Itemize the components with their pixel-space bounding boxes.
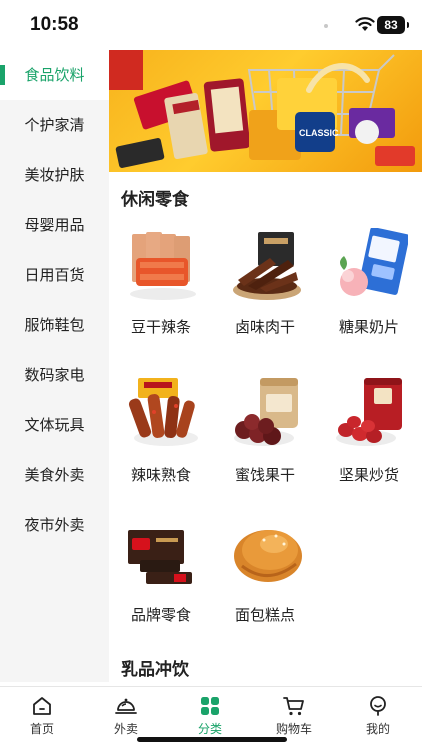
item-label: 品牌零食 — [130, 606, 191, 624]
grid-item-spicy-strips[interactable]: 豆干辣条 — [109, 228, 209, 358]
tab-label: 购物车 — [275, 722, 312, 736]
item-label: 蜜饯果干 — [234, 466, 295, 484]
sidebar-item-food-drinks[interactable]: 食品饮料 — [0, 50, 109, 100]
kitkat-box-image — [128, 530, 192, 584]
grid-item-bread-pastry[interactable]: 面包糕点 — [213, 516, 313, 646]
grid-item-nuts[interactable]: 坚果炒货 — [317, 376, 417, 506]
sidebar-item-night-market[interactable]: 夜市外卖 — [0, 500, 109, 550]
home-indicator — [137, 737, 287, 742]
tab-profile[interactable]: 我的 — [336, 695, 420, 741]
beef-jerky-image — [233, 232, 301, 300]
grid-item-dried-fruit[interactable]: 蜜饯果干 — [213, 376, 313, 506]
grid-item-spicy-deli[interactable]: 辣味熟食 — [109, 376, 209, 506]
spicy-duck-neck-image — [128, 378, 198, 446]
sidebar-item-personal-care[interactable]: 个护家清 — [0, 100, 109, 150]
item-label: 糖果奶片 — [338, 318, 399, 336]
item-label: 辣味熟食 — [130, 466, 191, 484]
red-dates-jar-image — [336, 378, 402, 446]
status-indicator-icon — [324, 24, 328, 28]
status-bar: 10:58 83 — [0, 0, 422, 50]
bread-roll-image — [234, 530, 302, 582]
category-sidebar: 食品饮料 个护家清 美妆护肤 母婴用品 日用百货 服饰鞋包 数码家电 文体玩具 … — [0, 50, 109, 682]
section-title-snacks: 休闲零食 — [121, 190, 189, 210]
tab-label: 我的 — [365, 722, 390, 736]
grid-item-brand-snacks[interactable]: 品牌零食 — [109, 516, 209, 646]
item-label: 坚果炒货 — [338, 466, 399, 484]
grid-item-candy-milk[interactable]: 糖果奶片 — [317, 228, 417, 358]
item-label: 豆干辣条 — [130, 318, 191, 336]
status-time: 10:58 — [30, 14, 79, 35]
sidebar-item-daily-goods[interactable]: 日用百货 — [0, 250, 109, 300]
sidebar-item-stationery-toys[interactable]: 文体玩具 — [0, 400, 109, 450]
sidebar-item-mother-baby[interactable]: 母婴用品 — [0, 200, 109, 250]
promo-banner[interactable]: CLASSIC — [109, 50, 422, 172]
item-label: 卤味肉干 — [234, 318, 295, 336]
dried-fruit-jar-image — [234, 378, 298, 446]
candy-milk-tablet-image — [340, 228, 408, 296]
tab-label: 分类 — [197, 722, 222, 736]
category-grid-icon — [201, 697, 219, 715]
sidebar-item-electronics[interactable]: 数码家电 — [0, 350, 109, 400]
grid-item-beef-jerky[interactable]: 卤味肉干 — [213, 228, 313, 358]
battery-icon: 83 — [377, 16, 409, 34]
tab-category[interactable]: 分类 — [168, 695, 252, 741]
cloche-icon — [115, 698, 137, 714]
cart-icon — [283, 697, 304, 716]
tab-label: 外卖 — [113, 722, 138, 736]
sidebar-item-food-delivery[interactable]: 美食外卖 — [0, 450, 109, 500]
tab-cart[interactable]: 购物车 — [252, 695, 336, 741]
wifi-icon — [355, 17, 375, 31]
sidebar-item-apparel[interactable]: 服饰鞋包 — [0, 300, 109, 350]
tab-takeout[interactable]: 外卖 — [84, 695, 168, 741]
spicy-strips-image — [130, 232, 196, 300]
section-title-dairy-drinks[interactable]: 乳品冲饮 — [121, 655, 189, 680]
home-icon — [33, 697, 51, 715]
tab-label: 首页 — [29, 722, 54, 736]
snack-cart-banner-image: CLASSIC — [109, 50, 415, 168]
sidebar-item-beauty[interactable]: 美妆护肤 — [0, 150, 109, 200]
tab-home[interactable]: 首页 — [0, 695, 84, 741]
item-label: 面包糕点 — [234, 606, 295, 624]
banner-classic-text: CLASSIC — [299, 128, 339, 138]
category-content: CLASSIC 休闲零食 豆干辣条 卤味肉干 糖果奶片 辣味熟食 蜜饯果干 坚果… — [109, 50, 422, 686]
profile-icon — [370, 696, 386, 716]
